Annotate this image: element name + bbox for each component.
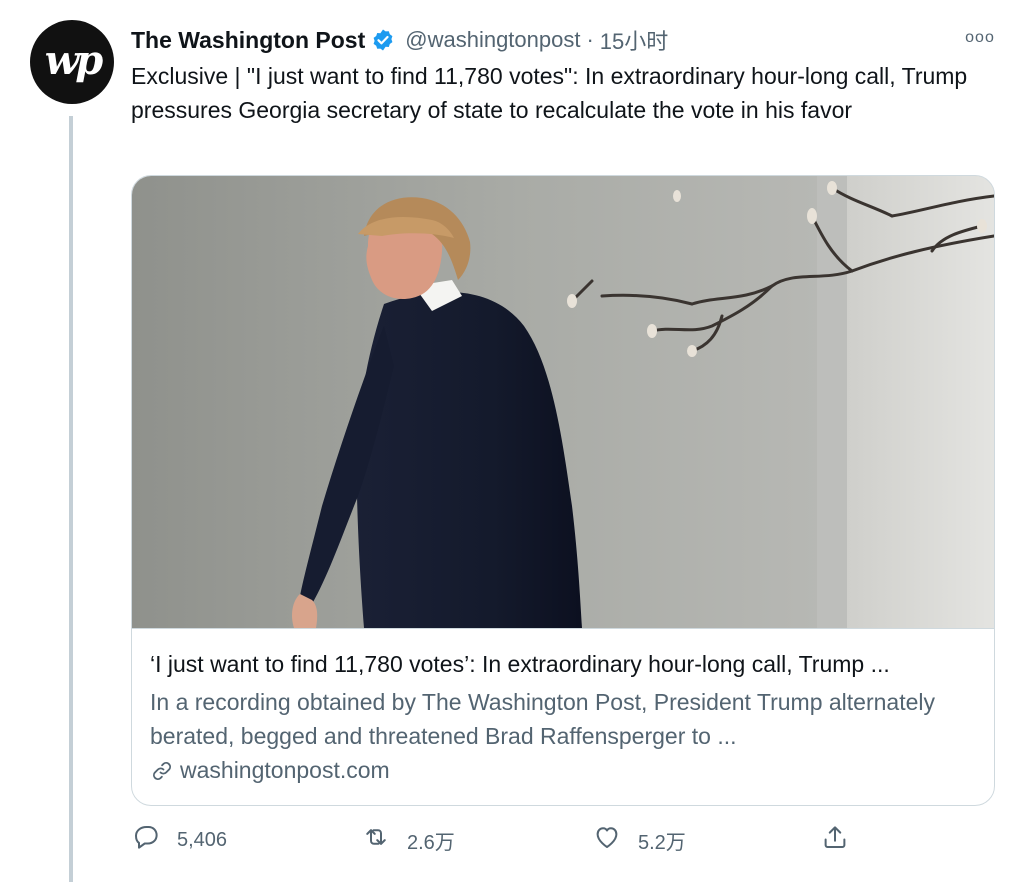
reply-icon [131, 822, 161, 858]
like-icon [592, 822, 622, 858]
link-icon [150, 759, 174, 783]
timestamp[interactable]: 15小时 [600, 24, 668, 56]
share-icon [820, 822, 850, 858]
card-image[interactable] [132, 176, 994, 628]
like-count: 5.2万 [638, 831, 686, 854]
retweet-count: 2.6万 [407, 831, 455, 854]
more-icon[interactable]: ooo [960, 26, 1000, 50]
verified-badge-icon [371, 28, 395, 52]
card-body[interactable]: ‘I just want to find 11,780 votes’: In e… [132, 628, 994, 805]
retweet-icon [361, 822, 391, 858]
retweet-button[interactable]: 2.6万 [361, 820, 455, 860]
tweet-text: Exclusive | "I just want to find 11,780 … [131, 63, 968, 123]
action-bar: 5,406 2.6万 5.2万 [131, 820, 993, 860]
reply-count: 5,406 [177, 828, 228, 851]
card-domain-text: washingtonpost.com [180, 757, 390, 783]
card-domain: washingtonpost.com [150, 757, 390, 784]
reply-button[interactable]: 5,406 [131, 820, 227, 860]
thread-line [69, 116, 73, 882]
card-title: ‘I just want to find 11,780 votes’: In e… [150, 651, 890, 677]
tweet-header: The Washington Post @washingtonpost · 15… [131, 22, 668, 58]
card-description: In a recording obtained by The Washingto… [150, 689, 935, 749]
link-card[interactable]: ‘I just want to find 11,780 votes’: In e… [131, 175, 995, 806]
separator-dot: · [586, 27, 594, 52]
avatar[interactable]: wp [30, 20, 114, 104]
handle[interactable]: @washingtonpost [405, 27, 580, 53]
display-name[interactable]: The Washington Post [131, 27, 365, 54]
avatar-logo: wp [44, 36, 103, 84]
share-button[interactable] [820, 820, 850, 860]
like-button[interactable]: 5.2万 [592, 820, 686, 860]
